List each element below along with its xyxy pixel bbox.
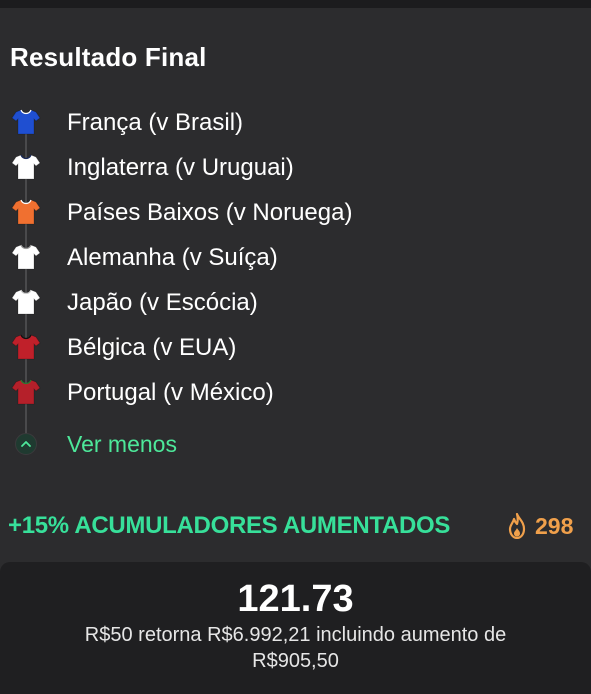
chevron-up-icon — [15, 433, 37, 455]
team-shirt-icon — [11, 153, 41, 181]
show-less-button[interactable]: Ver menos — [0, 423, 300, 467]
selection-row[interactable]: Bélgica (v EUA) — [0, 325, 591, 370]
boost-count: 298 — [535, 513, 574, 539]
selection-label: Alemanha (v Suíça) — [67, 244, 278, 271]
top-divider — [0, 0, 591, 8]
selection-label: Portugal (v México) — [67, 379, 274, 406]
team-shirt-icon — [11, 333, 41, 361]
team-shirt-icon — [11, 198, 41, 226]
team-shirt-icon — [11, 288, 41, 316]
selection-row[interactable]: Japão (v Escócia) — [0, 280, 591, 325]
selection-row[interactable]: França (v Brasil) — [0, 100, 591, 145]
team-shirt-icon — [11, 108, 41, 136]
selection-row[interactable]: Países Baixos (v Noruega) — [0, 190, 591, 235]
selection-label: França (v Brasil) — [67, 109, 244, 136]
selection-label: Inglaterra (v Uruguai) — [67, 154, 294, 181]
selection-row[interactable]: Inglaterra (v Uruguai) — [0, 145, 591, 190]
boost-promo-text: +15% ACUMULADORES AUMENTADOS — [8, 512, 451, 539]
team-shirt-icon — [11, 243, 41, 271]
boost-promo-banner[interactable]: +15% ACUMULADORES AUMENTADOS 298 — [8, 510, 586, 546]
selection-label: Japão (v Escócia) — [67, 289, 258, 316]
selection-label: Países Baixos (v Noruega) — [67, 199, 353, 226]
show-less-label: Ver menos — [67, 431, 177, 457]
selection-label: Bélgica (v EUA) — [67, 334, 237, 361]
flame-icon — [506, 512, 528, 540]
team-shirt-icon — [11, 378, 41, 406]
bet-summary-panel: 121.73 R$50 retorna R$6.992,21 incluindo… — [0, 562, 591, 694]
market-title: Resultado Final — [10, 42, 207, 72]
returns-description: R$50 retorna R$6.992,21 incluindo aument… — [84, 624, 507, 672]
selection-row[interactable]: Portugal (v México) — [0, 370, 591, 415]
selection-row[interactable]: Alemanha (v Suíça) — [0, 235, 591, 280]
total-odds: 121.73 — [237, 578, 354, 620]
